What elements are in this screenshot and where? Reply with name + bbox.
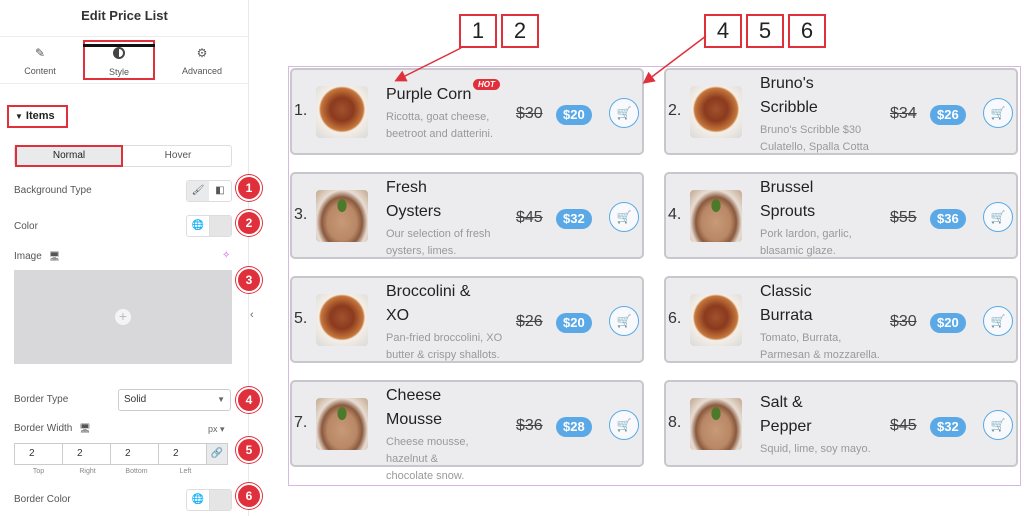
arrow-to-item-1 — [394, 47, 462, 82]
callout-arrows — [394, 35, 707, 84]
arrow-to-item-border — [642, 35, 707, 84]
screenshot-root: { "panel": { "title": "Edit Price List",… — [0, 0, 1024, 516]
